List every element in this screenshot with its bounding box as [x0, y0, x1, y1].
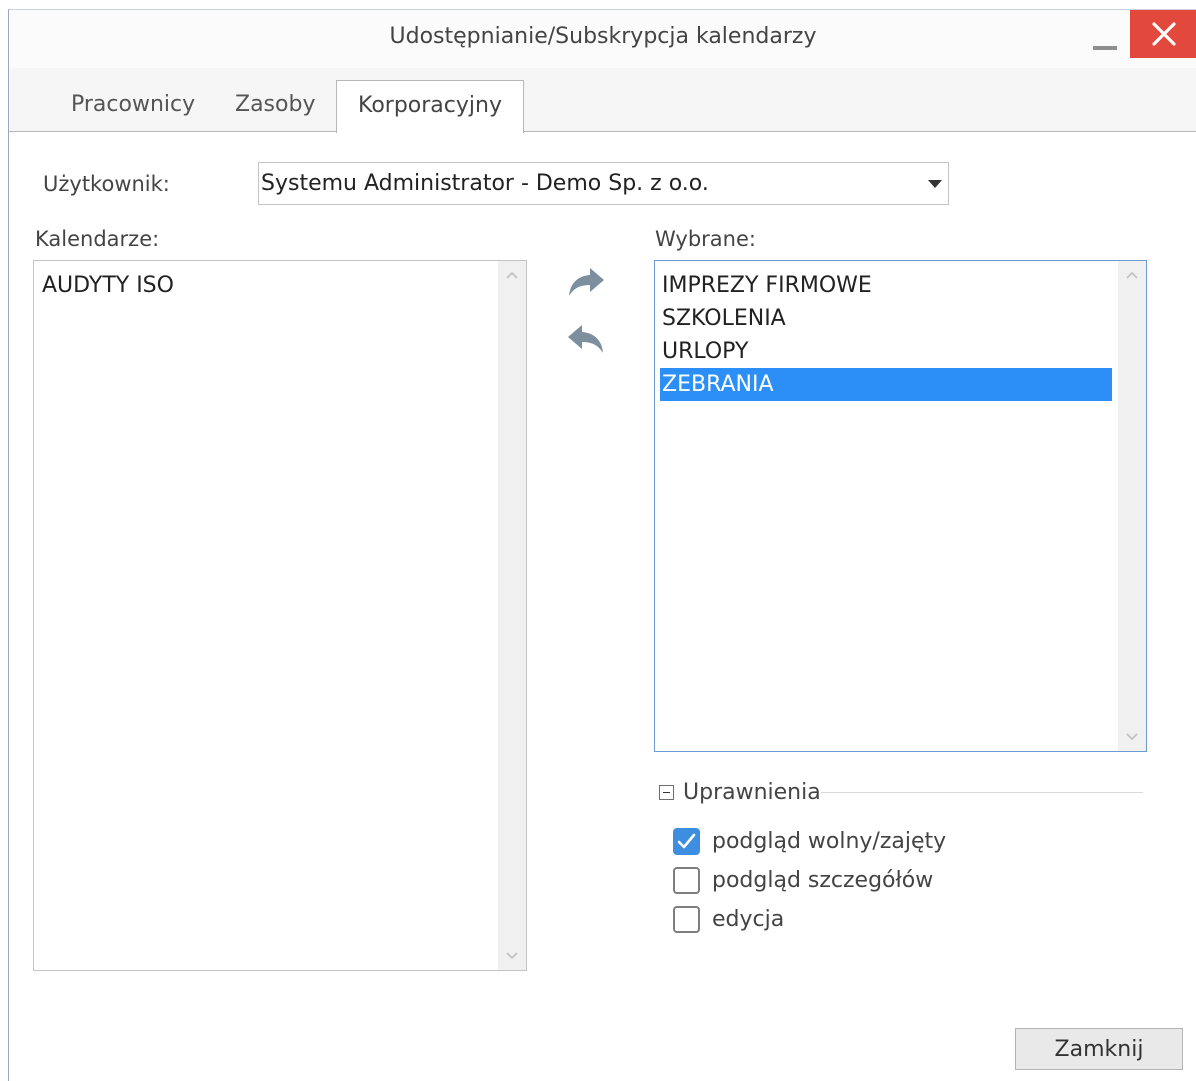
- dropdown-arrow-icon[interactable]: [928, 180, 942, 188]
- checkbox-free-busy[interactable]: [673, 827, 700, 855]
- checkbox-label: podgląd wolny/zajęty: [712, 828, 947, 854]
- dialog-window: Udostępnianie/Subskrypcja kalendarzy Pra…: [8, 9, 1196, 1081]
- tab-zasoby[interactable]: Zasoby: [235, 92, 315, 117]
- tab-korporacyjny[interactable]: Korporacyjny: [336, 80, 524, 133]
- permission-free-busy[interactable]: podgląd wolny/zajęty: [673, 826, 946, 856]
- permission-edit[interactable]: edycja: [673, 904, 784, 934]
- minimize-icon: [1093, 46, 1117, 50]
- checkbox-label: edycja: [712, 906, 785, 932]
- scroll-up-icon[interactable]: [498, 261, 526, 289]
- minimize-button[interactable]: [1087, 30, 1127, 60]
- selected-listbox[interactable]: IMPREZY FIRMOWE SZKOLENIA URLOPY ZEBRANI…: [654, 260, 1147, 752]
- checkbox-edit[interactable]: [673, 905, 700, 933]
- scroll-down-icon[interactable]: [498, 942, 526, 970]
- checkmark-icon: [677, 833, 696, 848]
- calendars-listbox[interactable]: AUDYTY ISO: [33, 260, 527, 971]
- add-to-selected-button[interactable]: [564, 263, 608, 303]
- tab-pracownicy[interactable]: Pracownicy: [71, 92, 195, 117]
- user-select[interactable]: Systemu Administrator - Demo Sp. z o.o.: [258, 162, 949, 205]
- redo-arrow-icon: [569, 268, 604, 296]
- checkbox-label: podgląd szczegółów: [712, 867, 934, 893]
- selected-scrollbar[interactable]: [1118, 261, 1146, 751]
- remove-from-selected-button[interactable]: [564, 320, 608, 360]
- permissions-divider: [821, 792, 1143, 793]
- close-icon: [1151, 22, 1176, 46]
- user-select-value: Systemu Administrator - Demo Sp. z o.o.: [261, 171, 709, 196]
- title-bar[interactable]: Udostępnianie/Subskrypcja kalendarzy: [9, 10, 1196, 68]
- list-item-selected[interactable]: ZEBRANIA: [660, 368, 1112, 401]
- list-item[interactable]: AUDYTY ISO: [40, 269, 174, 302]
- list-item[interactable]: IMPREZY FIRMOWE: [660, 269, 1112, 302]
- permission-details[interactable]: podgląd szczegółów: [673, 865, 933, 895]
- scroll-down-icon[interactable]: [1118, 723, 1146, 751]
- list-item[interactable]: SZKOLENIA: [660, 302, 1112, 335]
- dialog-title: Udostępnianie/Subskrypcja kalendarzy: [389, 24, 817, 49]
- collapse-icon[interactable]: [659, 784, 674, 800]
- close-window-button[interactable]: [1130, 10, 1196, 58]
- undo-arrow-icon: [568, 325, 603, 353]
- calendars-label: Kalendarze:: [35, 227, 160, 251]
- scroll-up-icon[interactable]: [1118, 261, 1146, 289]
- user-label: Użytkownik:: [43, 172, 170, 196]
- checkbox-details[interactable]: [673, 866, 700, 894]
- list-item[interactable]: URLOPY: [660, 335, 1112, 368]
- selected-label: Wybrane:: [655, 227, 756, 251]
- calendars-scrollbar[interactable]: [498, 261, 526, 970]
- permissions-legend[interactable]: Uprawnienia: [659, 777, 821, 807]
- close-button[interactable]: Zamknij: [1015, 1028, 1183, 1070]
- permissions-legend-text: Uprawnienia: [683, 779, 821, 805]
- tab-bar: Pracownicy Zasoby Korporacyjny: [9, 68, 1196, 133]
